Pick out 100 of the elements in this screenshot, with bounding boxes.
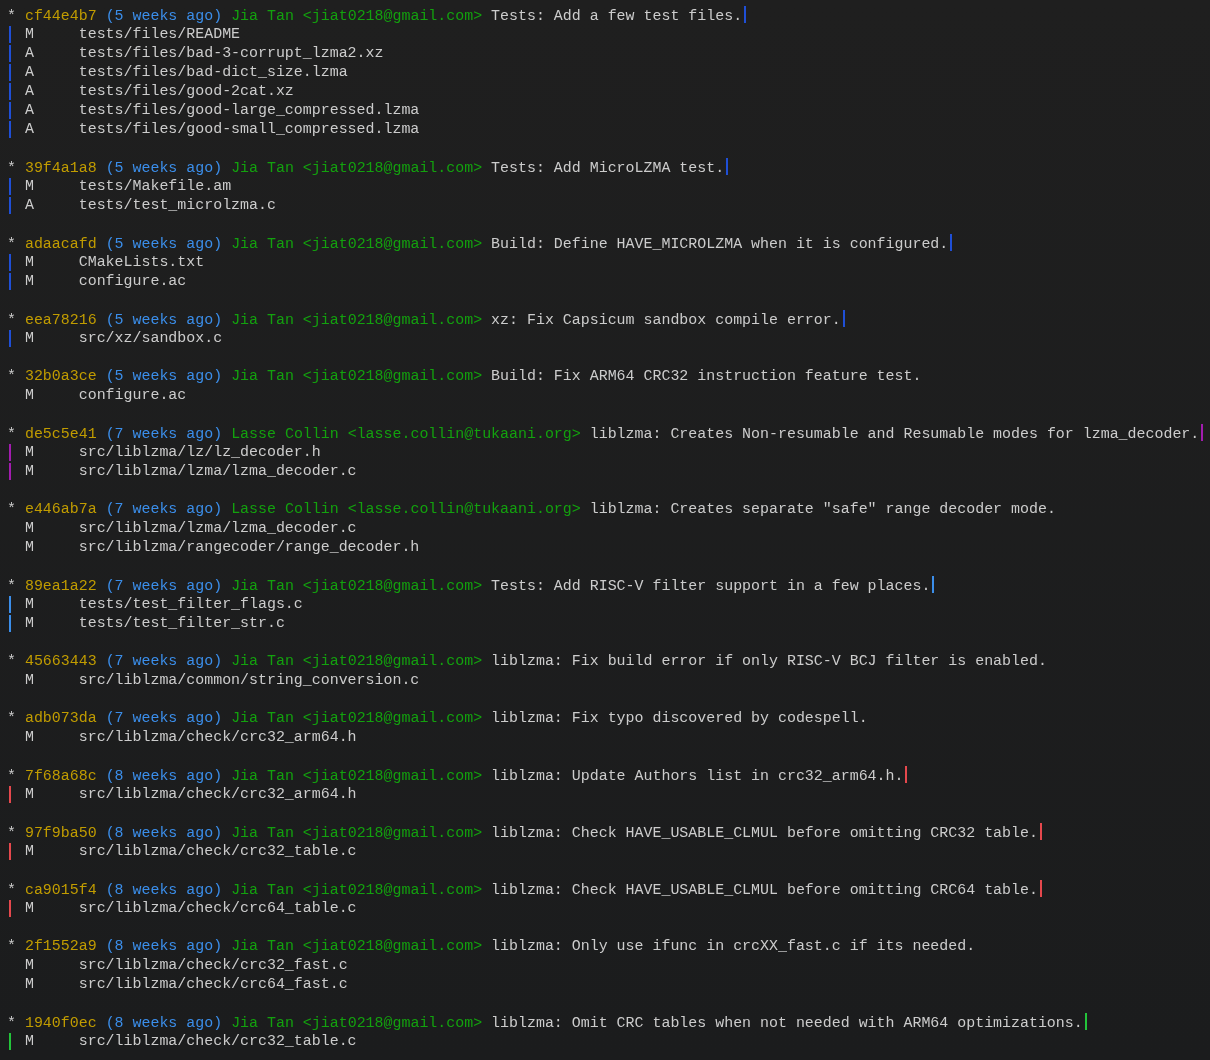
commit-message: Build: Define HAVE_MICROLZMA when it is configured. bbox=[491, 236, 949, 252]
graph-label: * bbox=[7, 825, 16, 841]
graph-label: * bbox=[7, 368, 16, 384]
file-status: M bbox=[24, 253, 35, 272]
graph-label: * bbox=[7, 8, 16, 24]
graph-label: * bbox=[7, 1015, 16, 1031]
file-path: tests/test_microlzma.c bbox=[78, 197, 276, 213]
commit-hash: 32b0a3ce bbox=[24, 368, 97, 384]
commit-author: Jia Tan <jiat0218@gmail.com> bbox=[231, 710, 483, 726]
commit-date: (7 weeks ago) bbox=[105, 653, 223, 669]
commit-hash: 2f1552a9 bbox=[24, 938, 97, 954]
file-path: src/liblzma/check/crc64_table.c bbox=[78, 900, 357, 916]
commit-date: (7 weeks ago) bbox=[105, 501, 223, 517]
file-status: M bbox=[24, 785, 35, 804]
file-status: M bbox=[24, 25, 35, 44]
commit-author: Jia Tan <jiat0218@gmail.com> bbox=[231, 768, 483, 784]
file-status: M bbox=[24, 595, 35, 614]
file-status: A bbox=[24, 120, 35, 139]
commit-date: (8 weeks ago) bbox=[105, 1015, 223, 1031]
commit-message: xz: Fix Capsicum sandbox compile error. bbox=[491, 312, 841, 328]
commit-date: (5 weeks ago) bbox=[105, 236, 223, 252]
commit-hash: e446ab7a bbox=[24, 501, 97, 517]
file-status: A bbox=[24, 101, 35, 120]
commit-hash: adb073da bbox=[24, 710, 97, 726]
commit-date: (5 weeks ago) bbox=[105, 160, 223, 176]
commit-author: Jia Tan <jiat0218@gmail.com> bbox=[231, 236, 483, 252]
commit-hash: 39f4a1a8 bbox=[24, 160, 97, 176]
file-path: src/liblzma/lz/lz_decoder.h bbox=[78, 444, 321, 460]
commit-author: Jia Tan <jiat0218@gmail.com> bbox=[231, 312, 483, 328]
commit-message: Tests: Add MicroLZMA test. bbox=[491, 160, 725, 176]
commit-hash: 89ea1a22 bbox=[24, 578, 97, 594]
graph-label: * bbox=[7, 578, 16, 594]
commit-hash: 97f9ba50 bbox=[24, 825, 97, 841]
file-path: src/xz/sandbox.c bbox=[78, 330, 223, 346]
graph-label: * bbox=[7, 236, 16, 252]
file-status: M bbox=[24, 519, 35, 538]
commit-message: liblzma: Fix build error if only RISC-V BCJ filter is enabled. bbox=[491, 653, 1047, 669]
commit-author: Jia Tan <jiat0218@gmail.com> bbox=[231, 653, 483, 669]
file-path: tests/files/good-large_compressed.lzma bbox=[78, 102, 420, 118]
commit-hash: eea78216 bbox=[24, 312, 97, 328]
commit-hash: ca9015f4 bbox=[24, 882, 97, 898]
graph-label: * bbox=[7, 501, 16, 517]
file-path: src/liblzma/check/crc64_fast.c bbox=[78, 976, 348, 992]
file-path: src/liblzma/check/crc32_fast.c bbox=[78, 957, 348, 973]
file-path: src/liblzma/lzma/lzma_decoder.c bbox=[78, 463, 357, 479]
commit-message: liblzma: Creates Non-resumable and Resumable modes for lzma_decoder. bbox=[589, 426, 1200, 442]
commit-author: Jia Tan <jiat0218@gmail.com> bbox=[231, 825, 483, 841]
commit-date: (5 weeks ago) bbox=[105, 312, 223, 328]
file-path: src/liblzma/common/string_conversion.c bbox=[78, 672, 420, 688]
commit-author: Lasse Collin <lasse.collin@tukaani.org> bbox=[231, 426, 581, 442]
file-path: src/liblzma/check/crc32_table.c bbox=[78, 843, 357, 859]
file-status: M bbox=[24, 443, 35, 462]
commit-author: Jia Tan <jiat0218@gmail.com> bbox=[231, 368, 483, 384]
commit-message: liblzma: Fix typo discovered by codespell. bbox=[491, 710, 868, 726]
file-status: M bbox=[24, 975, 35, 994]
graph-label: * bbox=[7, 426, 16, 442]
commit-date: (8 weeks ago) bbox=[105, 938, 223, 954]
file-status: M bbox=[24, 386, 35, 405]
commit-message: liblzma: Creates separate "safe" range decoder mode. bbox=[589, 501, 1056, 517]
file-path: src/liblzma/check/crc32_table.c bbox=[78, 1033, 357, 1049]
commit-date: (7 weeks ago) bbox=[105, 710, 223, 726]
commit-author: Jia Tan <jiat0218@gmail.com> bbox=[231, 1015, 483, 1031]
commit-date: (8 weeks ago) bbox=[105, 768, 223, 784]
commit-date: (5 weeks ago) bbox=[105, 368, 223, 384]
commit-date: (7 weeks ago) bbox=[105, 578, 223, 594]
file-path: tests/files/README bbox=[78, 26, 241, 42]
file-path: src/liblzma/lzma/lzma_decoder.c bbox=[78, 520, 357, 536]
file-status: M bbox=[24, 538, 35, 557]
file-status: M bbox=[24, 842, 35, 861]
file-path: configure.ac bbox=[78, 273, 187, 289]
graph-label: * bbox=[7, 312, 16, 328]
file-path: src/liblzma/check/crc32_arm64.h bbox=[78, 786, 357, 802]
commit-author: Jia Tan <jiat0218@gmail.com> bbox=[231, 8, 483, 24]
file-status: M bbox=[24, 956, 35, 975]
commit-date: (8 weeks ago) bbox=[105, 882, 223, 898]
file-path: CMakeLists.txt bbox=[78, 254, 205, 270]
file-status: M bbox=[24, 728, 35, 747]
file-status: M bbox=[24, 899, 35, 918]
file-status: M bbox=[24, 462, 35, 481]
file-status: A bbox=[24, 82, 35, 101]
commit-message: liblzma: Check HAVE_USABLE_CLMUL before omitting CRC64 table. bbox=[491, 882, 1038, 898]
file-status: A bbox=[24, 44, 35, 63]
file-status: M bbox=[24, 272, 35, 291]
commit-hash: cf44e4b7 bbox=[24, 8, 97, 24]
commit-message: Build: Fix ARM64 CRC32 instruction feature test. bbox=[491, 368, 922, 384]
file-path: tests/test_filter_str.c bbox=[78, 615, 285, 631]
commit-message: liblzma: Only use ifunc in crcXX_fast.c if its needed. bbox=[491, 938, 976, 954]
commit-hash: de5c5e41 bbox=[24, 426, 97, 442]
commit-message: liblzma: Update Authors list in crc32_arm64.h. bbox=[491, 768, 904, 784]
file-path: tests/files/good-small_compressed.lzma bbox=[78, 121, 420, 137]
commit-author: Lasse Collin <lasse.collin@tukaani.org> bbox=[231, 501, 581, 517]
commit-date: (8 weeks ago) bbox=[105, 825, 223, 841]
file-path: tests/files/bad-3-corrupt_lzma2.xz bbox=[78, 45, 384, 61]
graph-label: * bbox=[7, 938, 16, 954]
commit-date: (7 weeks ago) bbox=[105, 426, 223, 442]
file-status: M bbox=[24, 177, 35, 196]
file-status: A bbox=[24, 196, 35, 215]
file-path: tests/Makefile.am bbox=[78, 178, 232, 194]
commit-message: liblzma: Omit CRC tables when not needed with ARM64 optimizations. bbox=[491, 1015, 1083, 1031]
commit-date: (5 weeks ago) bbox=[105, 8, 223, 24]
